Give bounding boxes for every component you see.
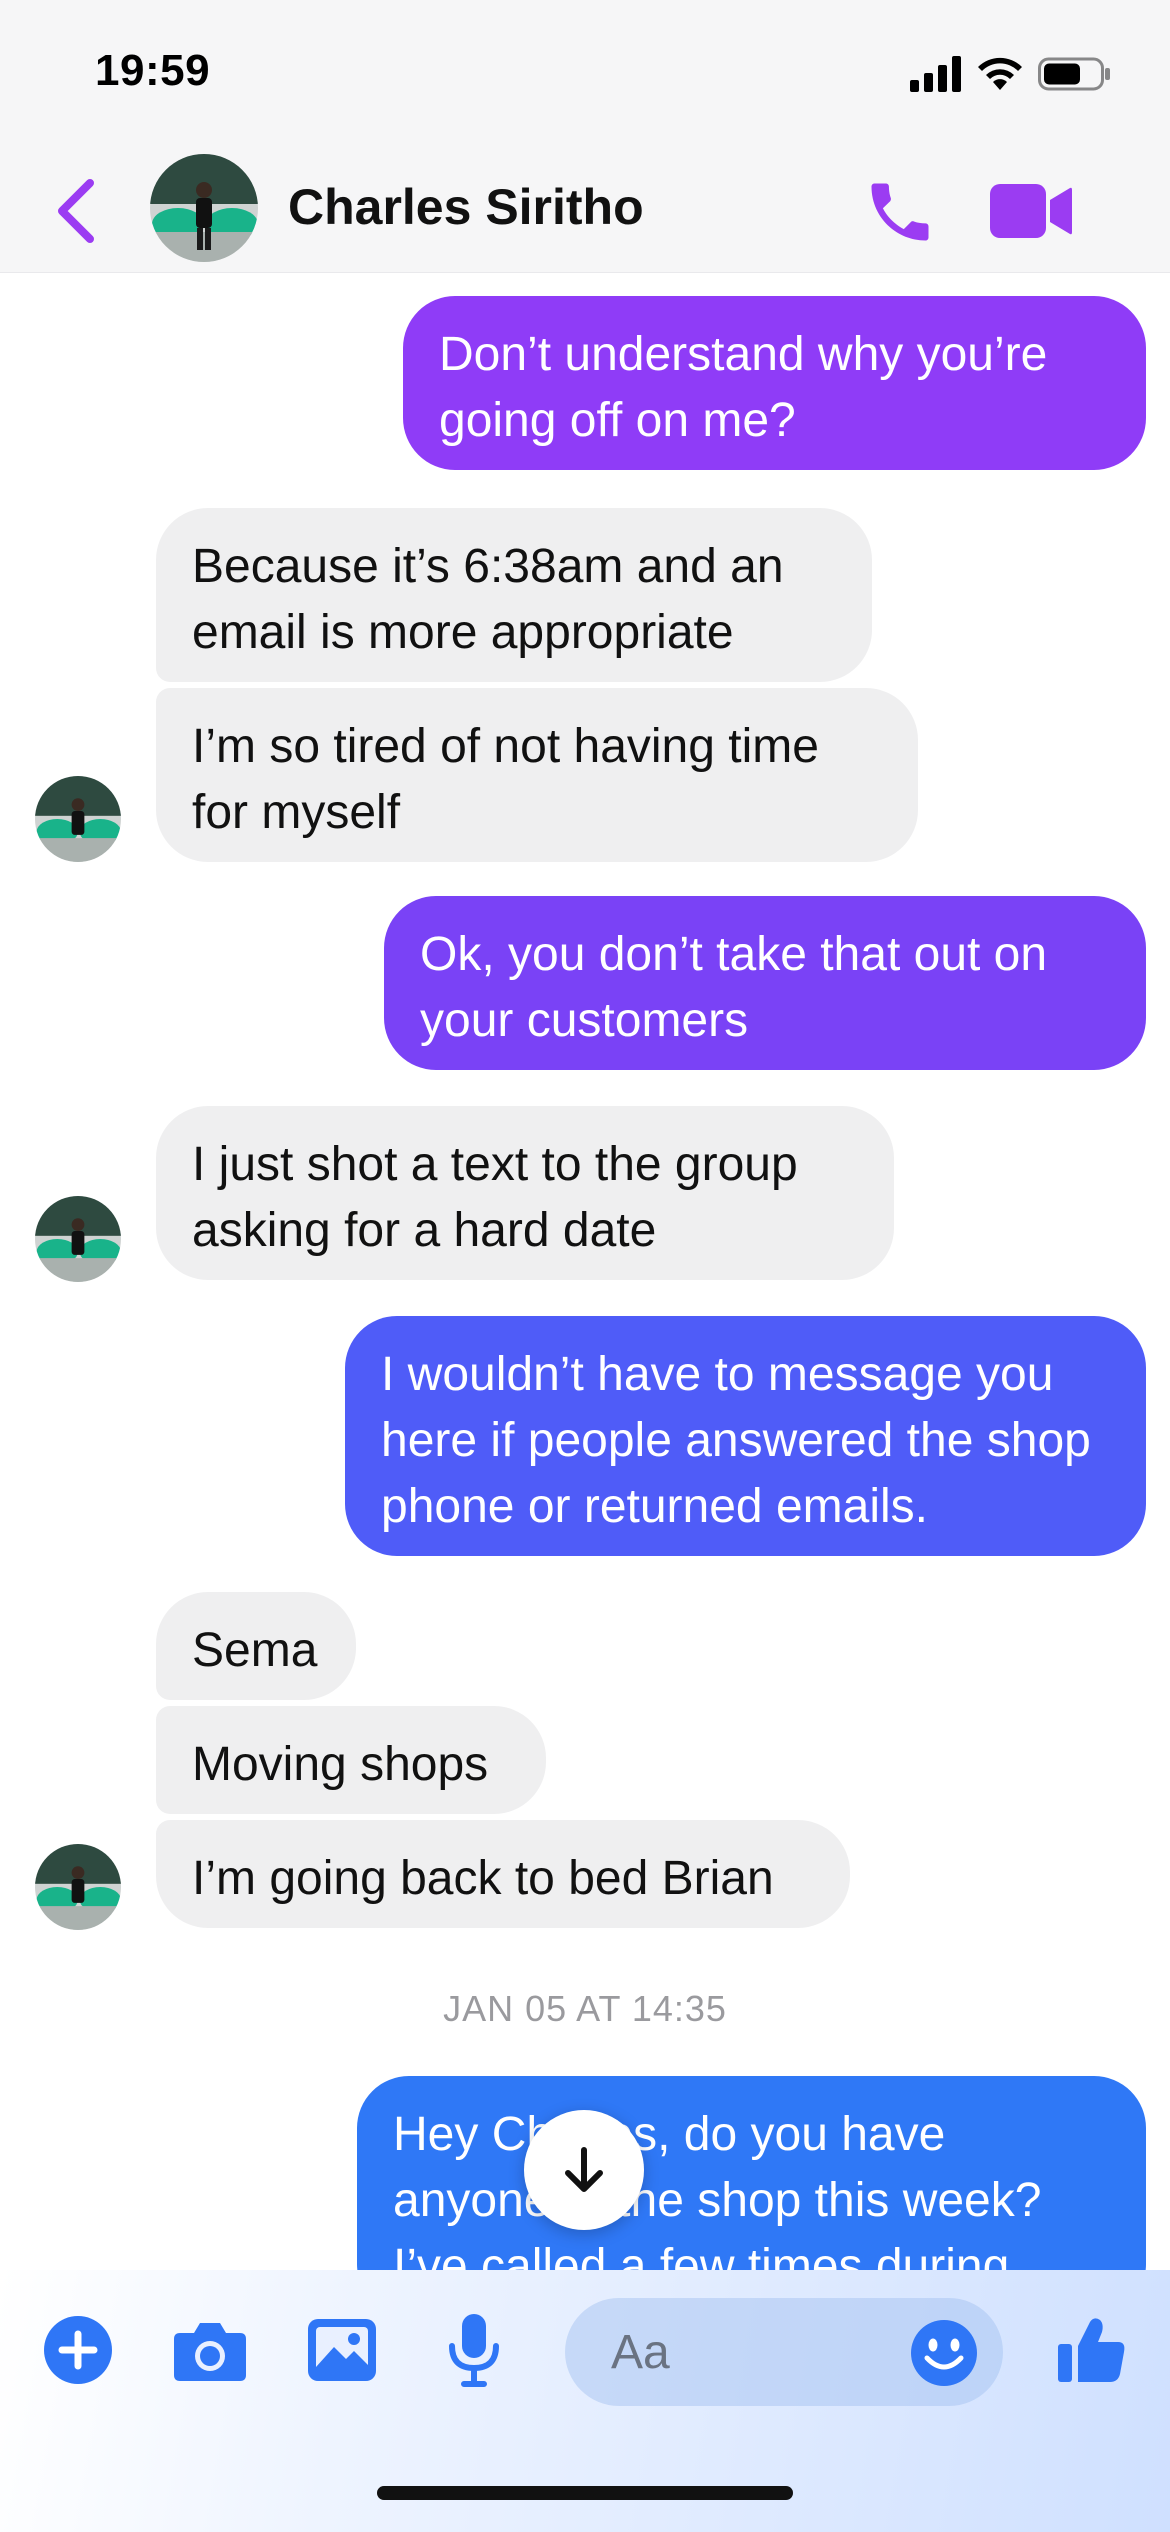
message-timestamp: JAN 05 AT 14:35 — [443, 1988, 727, 2029]
arrow-down-icon — [565, 2147, 603, 2192]
contact-name[interactable]: Charles Siritho — [288, 178, 644, 236]
avatar-image — [35, 1844, 121, 1930]
gallery-button[interactable] — [302, 2310, 382, 2390]
camera-icon — [174, 2323, 246, 2381]
status-icons — [910, 52, 1112, 96]
signal-icon — [910, 56, 961, 92]
sender-avatar[interactable] — [35, 1196, 121, 1282]
camera-button[interactable] — [170, 2310, 250, 2390]
message-bubble-incoming[interactable]: Sema — [156, 1592, 356, 1700]
message-bubble-outgoing[interactable]: Hey Charles, do you have anyone at the s… — [357, 2076, 1146, 2270]
audio-call-button[interactable] — [862, 174, 938, 250]
sender-avatar[interactable] — [35, 776, 121, 862]
scroll-to-bottom-button[interactable] — [524, 2110, 644, 2230]
home-indicator — [377, 2486, 793, 2500]
sender-avatar[interactable] — [35, 1844, 121, 1930]
chevron-left-icon — [58, 179, 94, 243]
message-bubble-incoming[interactable]: I’m so tired of not having time for myse… — [156, 688, 918, 862]
message-bubble-outgoing[interactable]: Don’t understand why you’re going off on… — [403, 296, 1146, 470]
status-time: 19:59 — [95, 46, 211, 95]
message-list[interactable]: Don’t understand why you’re going off on… — [0, 272, 1170, 2270]
emoji-icon — [911, 2320, 977, 2386]
like-button[interactable] — [1052, 2310, 1132, 2390]
status-bar: 19:59 — [0, 0, 1170, 150]
microphone-icon — [449, 2314, 499, 2387]
plus-icon — [44, 2316, 112, 2384]
message-composer — [0, 2270, 1170, 2532]
chat-header: Charles Siritho — [0, 150, 1170, 273]
message-input-container[interactable] — [565, 2298, 1003, 2406]
message-bubble-incoming[interactable]: Because it’s 6:38am and an email is more… — [156, 508, 872, 682]
message-bubble-incoming[interactable]: I’m going back to bed Brian — [156, 1820, 850, 1928]
voice-message-button[interactable] — [434, 2310, 514, 2390]
video-call-button[interactable] — [988, 178, 1074, 244]
image-icon — [308, 2319, 376, 2381]
thumbs-up-icon — [1058, 2318, 1125, 2382]
avatar-image — [35, 1196, 121, 1282]
avatar-image — [35, 776, 121, 862]
video-camera-icon — [990, 184, 1072, 238]
message-bubble-incoming[interactable]: Moving shops — [156, 1706, 546, 1814]
message-input[interactable] — [609, 2318, 913, 2386]
message-bubble-outgoing[interactable]: I wouldn’t have to message you here if p… — [345, 1316, 1146, 1556]
more-actions-button[interactable] — [38, 2310, 118, 2390]
avatar-image — [150, 154, 258, 262]
emoji-button[interactable] — [909, 2318, 979, 2388]
message-bubble-incoming[interactable]: I just shot a text to the group asking f… — [156, 1106, 894, 1280]
back-button[interactable] — [50, 175, 106, 247]
message-bubble-outgoing[interactable]: Ok, you don’t take that out on your cust… — [384, 896, 1146, 1070]
battery-icon — [1038, 57, 1110, 91]
phone-icon — [871, 183, 929, 241]
wifi-icon — [978, 57, 1022, 90]
contact-avatar[interactable] — [150, 154, 258, 262]
